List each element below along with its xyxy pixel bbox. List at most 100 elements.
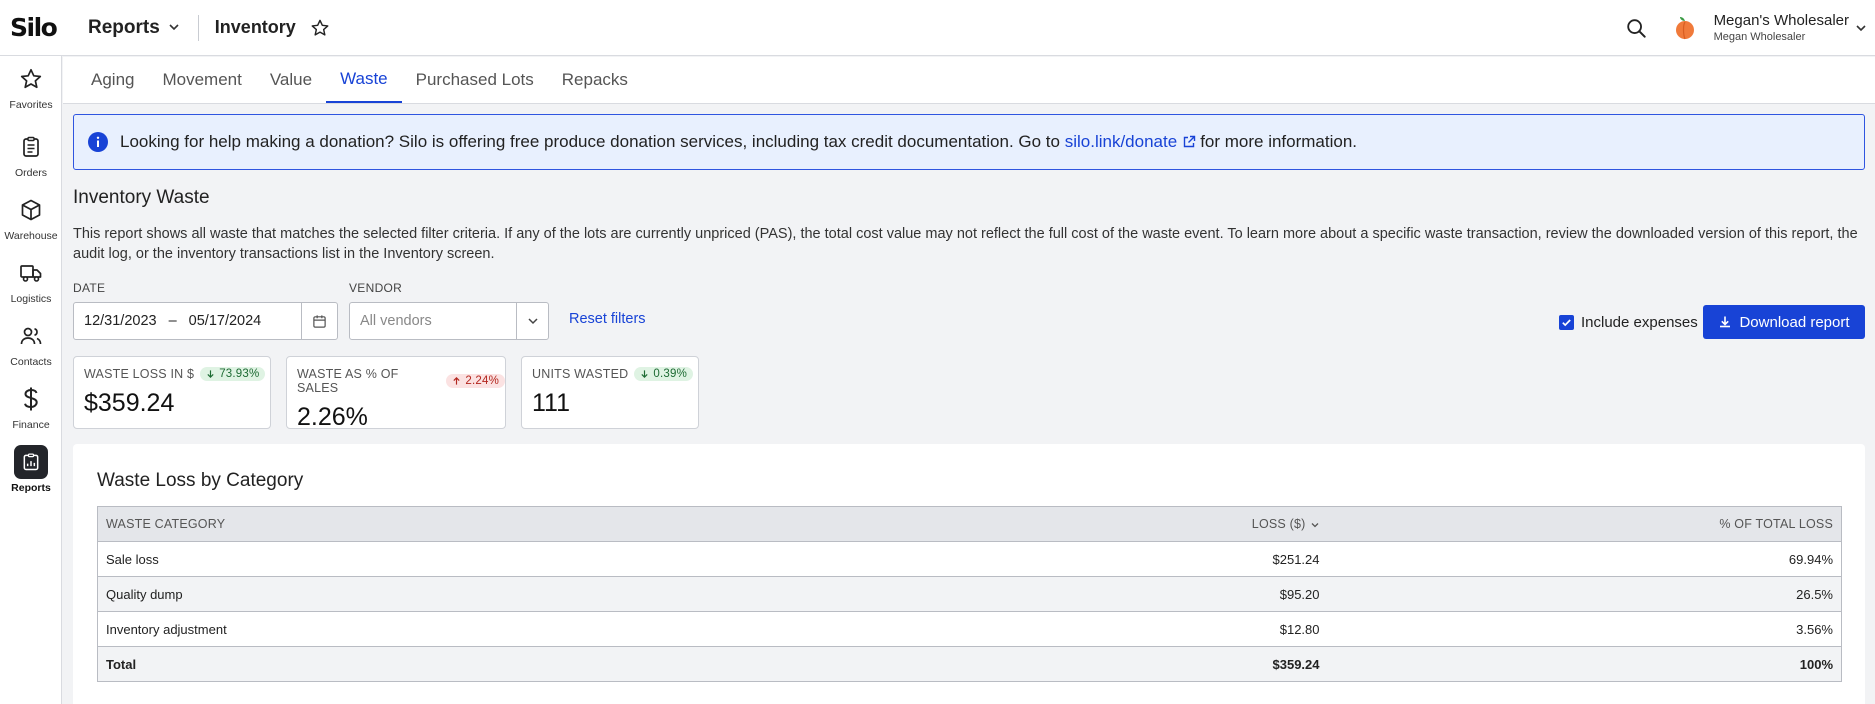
column-header-loss-label: LOSS ($) [1251, 517, 1306, 531]
kpi-value: $359.24 [84, 389, 175, 417]
sidebar-item-label: Favorites [9, 99, 53, 111]
sidebar-item-label: Finance [12, 419, 50, 431]
account-switcher[interactable]: Megan's Wholesaler Megan Wholesaler [1714, 12, 1849, 43]
cell-category: Quality dump [97, 576, 798, 612]
account-name: Megan's Wholesaler [1713, 12, 1849, 29]
download-report-button[interactable]: Download report [1703, 305, 1865, 339]
sort-chevron-down-icon[interactable] [1310, 520, 1320, 530]
table-row: Inventory adjustment $12.80 3.56% [97, 611, 1842, 647]
peach-avatar-icon[interactable] [1672, 15, 1698, 41]
table-title: Waste Loss by Category [97, 470, 304, 491]
chevron-down-icon [168, 17, 180, 39]
sidebar-item-contacts[interactable]: Contacts [0, 319, 62, 368]
chevron-down-icon[interactable] [516, 303, 548, 339]
reports-menu[interactable]: Reports [88, 17, 180, 39]
date-start: 12/31/2023 [84, 313, 157, 329]
sidebar-item-favorites[interactable]: Favorites [0, 62, 62, 111]
checkbox-checked-icon[interactable] [1559, 315, 1574, 330]
sidebar-item-label: Logistics [10, 293, 52, 305]
cell-category: Sale loss [97, 541, 798, 577]
date-filter-label: DATE [73, 281, 106, 295]
cell-total-percent: 100% [1327, 646, 1842, 682]
info-icon [88, 132, 108, 152]
calendar-icon[interactable] [301, 303, 337, 339]
clipboard-icon [14, 130, 48, 164]
sidebar-item-label: Warehouse [4, 230, 58, 242]
kpi-value: 111 [532, 389, 571, 417]
vendor-select[interactable]: All vendors [349, 302, 549, 340]
sidebar-item-label: Orders [14, 167, 48, 179]
tab-movement[interactable]: Movement [148, 57, 255, 103]
donation-banner: Looking for help making a donation? Silo… [73, 114, 1865, 170]
include-expenses-checkbox[interactable]: Include expenses [1559, 314, 1698, 331]
change-value: 0.39% [653, 368, 687, 380]
page-description: This report shows all waste that matches… [73, 226, 1858, 262]
table-header-row: WASTE CATEGORY LOSS ($) % OF TOTAL LOSS [97, 506, 1842, 542]
column-header-loss[interactable]: LOSS ($) [797, 506, 1328, 542]
tab-repacks[interactable]: Repacks [548, 57, 642, 103]
donate-link-label: silo.link/donate [1064, 132, 1178, 151]
tab-waste[interactable]: Waste [326, 57, 402, 103]
truck-icon [14, 256, 48, 290]
change-value: 2.24% [465, 375, 499, 387]
date-end: 05/17/2024 [188, 313, 262, 329]
silo-logo[interactable]: Silo [10, 13, 66, 42]
sidebar-item-warehouse[interactable]: Warehouse [0, 193, 62, 242]
cell-loss: $95.20 [797, 576, 1328, 612]
kpi-label: WASTE LOSS IN $ [84, 367, 195, 381]
sidebar-item-logistics[interactable]: Logistics [0, 256, 62, 305]
breadcrumb-inventory: Inventory [214, 17, 296, 37]
search-icon[interactable] [1616, 8, 1656, 48]
divider [197, 14, 199, 41]
cell-category: Inventory adjustment [97, 611, 798, 647]
waste-by-category-panel: Waste Loss by Category WASTE CATEGORY LO… [73, 444, 1865, 704]
kpi-label: WASTE AS % OF SALES [297, 367, 399, 395]
column-header-percent: % OF TOTAL LOSS [1327, 506, 1842, 542]
download-icon [1718, 315, 1732, 329]
date-range-input[interactable]: 12/31/2023 – 05/17/2024 [73, 302, 338, 340]
download-report-label: Download report [1739, 313, 1850, 331]
cell-loss: $12.80 [797, 611, 1328, 647]
sidebar-item-reports[interactable]: Reports [0, 445, 62, 494]
arrow-down-icon [206, 369, 215, 379]
sidebar-item-orders[interactable]: Orders [0, 130, 62, 179]
tab-aging[interactable]: Aging [77, 57, 148, 103]
arrow-down-icon [640, 369, 649, 379]
cell-total-label: Total [97, 646, 798, 682]
kpi-waste-loss: WASTE LOSS IN $ 73.93% $359.24 [73, 356, 271, 429]
box-icon [14, 193, 48, 227]
vendor-placeholder: All vendors [360, 313, 432, 329]
report-icon [14, 445, 48, 479]
vendor-filter-label: VENDOR [349, 281, 403, 295]
external-link-icon [1182, 135, 1196, 149]
date-separator: – [168, 313, 177, 329]
cell-percent: 26.5% [1327, 576, 1842, 612]
cell-total-loss: $359.24 [797, 646, 1328, 682]
banner-text: Looking for help making a donation? Silo… [120, 132, 1060, 151]
sidebar-item-finance[interactable]: Finance [0, 382, 62, 431]
change-value: 73.93% [219, 368, 260, 380]
report-tabs: Aging Movement Value Waste Purchased Lot… [63, 57, 1875, 104]
reset-filters-link[interactable]: Reset filters [569, 311, 646, 327]
kpi-label: UNITS WASTED [532, 367, 629, 381]
donate-link[interactable]: silo.link/donate [1065, 132, 1200, 152]
cell-percent: 69.94% [1327, 541, 1842, 577]
change-badge: 73.93% [200, 367, 266, 381]
table-row: Quality dump $95.20 26.5% [97, 576, 1842, 612]
favorite-star-icon[interactable] [310, 18, 330, 38]
sidebar: Favorites Orders Warehouse Logistics Con… [0, 56, 62, 704]
kpi-units-wasted: UNITS WASTED 0.39% 111 [521, 356, 699, 429]
tab-value[interactable]: Value [256, 57, 326, 103]
waste-category-table: WASTE CATEGORY LOSS ($) % OF TOTAL LOSS … [97, 506, 1842, 682]
sidebar-item-label: Reports [11, 482, 51, 494]
chevron-down-icon[interactable] [1855, 22, 1867, 34]
column-header-category: WASTE CATEGORY [97, 506, 798, 542]
reports-menu-label: Reports [88, 16, 160, 38]
change-badge: 2.24% [446, 374, 505, 388]
star-icon [14, 62, 48, 96]
cell-percent: 3.56% [1327, 611, 1842, 647]
people-icon [14, 319, 48, 353]
table-total-row: Total $359.24 100% [97, 646, 1842, 682]
banner-text-end: for more information. [1200, 132, 1358, 151]
tab-purchased-lots[interactable]: Purchased Lots [402, 57, 548, 103]
